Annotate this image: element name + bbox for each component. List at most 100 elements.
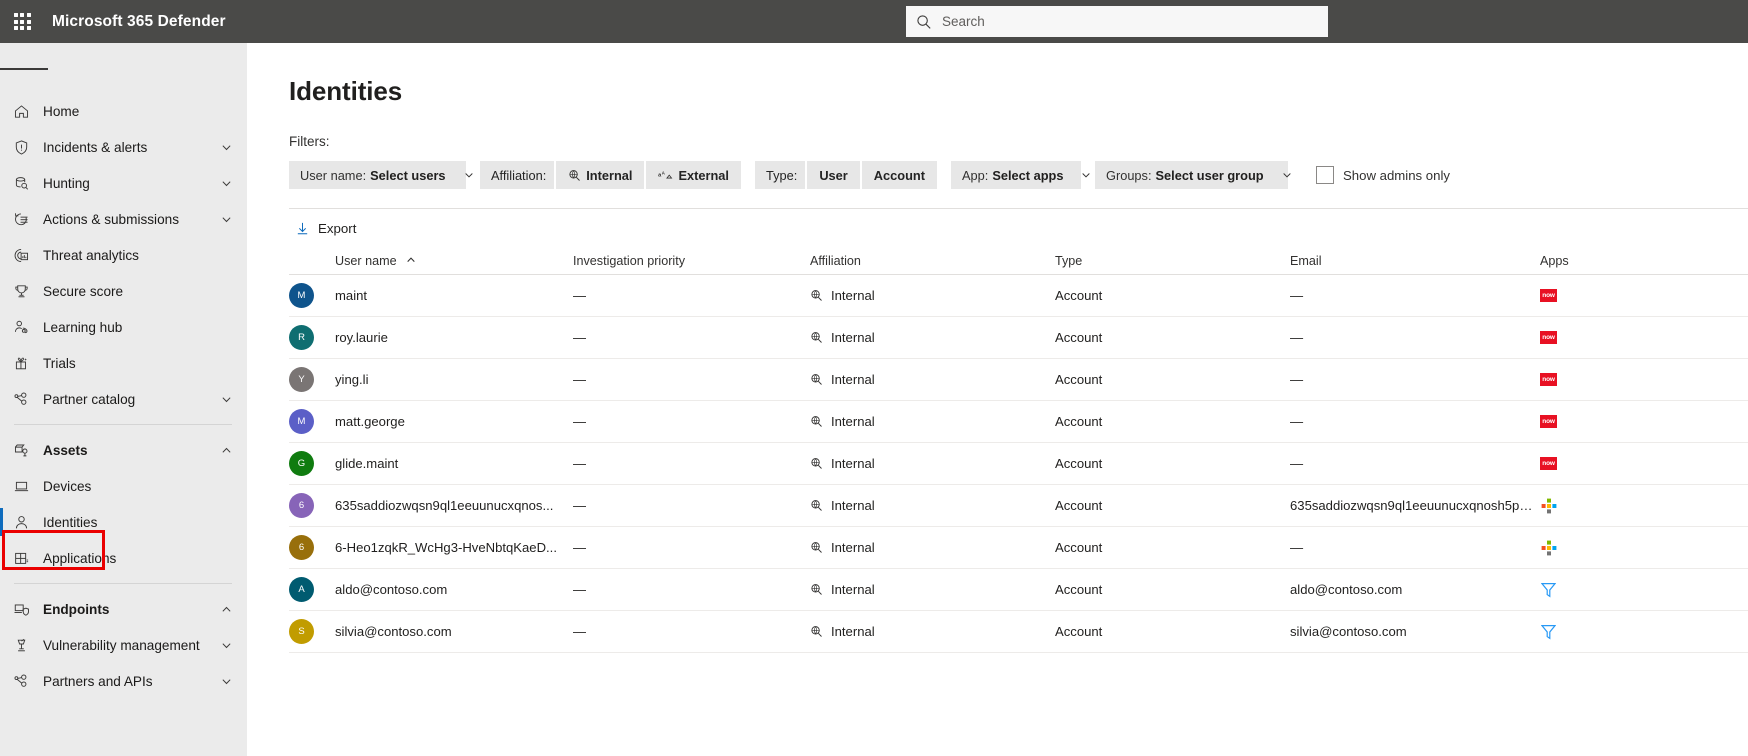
cell-user-name[interactable]: maint <box>335 288 573 303</box>
cell-user-name[interactable]: glide.maint <box>335 456 573 471</box>
filter-username[interactable]: User name: Select users <box>289 161 473 189</box>
table-row[interactable]: 6 6-Heo1zqkR_WcHg3-HveNbtqKaeD... — Interna… <box>289 527 1748 569</box>
table-row[interactable]: Aaldo@contoso.com — Internal Account aldo@co… <box>289 569 1748 611</box>
chevron-down-icon[interactable] <box>221 676 232 687</box>
funnel-app-icon[interactable] <box>1540 623 1557 640</box>
cell-user-name[interactable]: silvia@contoso.com <box>335 624 573 639</box>
chevron-down-icon[interactable] <box>221 178 232 189</box>
table-row[interactable]: Mmaint — Internal Account — now <box>289 275 1748 317</box>
cell-investigation-priority: — <box>573 330 586 345</box>
cell-user-name[interactable]: matt.george <box>335 414 573 429</box>
cell-user-name[interactable]: ying.li <box>335 372 573 387</box>
servicenow-app-icon[interactable]: now <box>1540 413 1557 430</box>
th-type[interactable]: Type <box>1055 254 1290 268</box>
filters-label: Filters: <box>289 134 330 149</box>
filter-type-user[interactable]: User <box>807 161 860 189</box>
sidebar-group-assets[interactable]: Assets <box>0 432 246 468</box>
cell-affiliation: Internal <box>810 582 1055 597</box>
chevron-down-icon[interactable] <box>221 214 232 225</box>
table-row[interactable]: Yying.li — Internal Account — now <box>289 359 1748 401</box>
sidebar-item-devices[interactable]: Devices <box>0 468 246 504</box>
cell-apps: now <box>1540 371 1600 388</box>
servicenow-app-icon[interactable]: now <box>1540 371 1557 388</box>
sidebar-label: Partners and APIs <box>43 673 153 689</box>
cell-apps <box>1540 497 1600 514</box>
chevron-up-icon[interactable] <box>221 445 232 456</box>
th-investigation-priority[interactable]: Investigation priority <box>573 254 810 268</box>
chevron-up-icon[interactable] <box>221 604 232 615</box>
sidebar-item-threat-analytics[interactable]: Threat analytics <box>0 237 246 273</box>
chevron-down-icon[interactable] <box>221 394 232 405</box>
th-apps[interactable]: Apps <box>1540 254 1600 268</box>
avatar-cell: 6 <box>289 535 335 560</box>
sidebar-item-home[interactable]: Home <box>0 93 246 129</box>
sidebar-item-trials[interactable]: Trials <box>0 345 246 381</box>
table-body: Mmaint — Internal Account — now Rroy.laurie — In… <box>289 275 1748 653</box>
sidebar-item-actions-submissions[interactable]: Actions & submissions <box>0 201 246 237</box>
servicenow-app-icon[interactable]: now <box>1540 455 1557 472</box>
sidebar-item-secure-score[interactable]: Secure score <box>0 273 246 309</box>
filter-app-key: App: <box>961 167 989 183</box>
chevron-down-icon[interactable] <box>1282 170 1292 180</box>
sidebar-item-incidents-alerts[interactable]: Incidents & alerts <box>0 129 246 165</box>
show-admins-only-toggle[interactable]: Show admins only <box>1315 166 1450 184</box>
th-user-name[interactable]: User name <box>335 254 573 268</box>
chevron-down-icon[interactable] <box>1081 170 1091 180</box>
chevron-down-icon[interactable] <box>221 142 232 153</box>
chevron-down-icon[interactable] <box>464 170 474 180</box>
affiliation-label: Internal <box>831 330 875 345</box>
show-admins-only-checkbox[interactable] <box>1315 166 1334 184</box>
cell-email: — <box>1290 456 1304 471</box>
nav-divider <box>14 424 232 425</box>
sidebar-item-partner-catalog[interactable]: Partner catalog <box>0 381 246 417</box>
filter-affiliation-external[interactable]: aA External <box>646 161 741 189</box>
avatar: M <box>289 409 314 434</box>
sidebar-label: Secure score <box>43 283 124 299</box>
avatar: Y <box>289 367 314 392</box>
internal-affiliation-icon <box>810 289 823 302</box>
cell-user-name[interactable]: 635saddiozwqsn9ql1eeuunucxqnos... <box>335 498 573 513</box>
th-affiliation[interactable]: Affiliation <box>810 254 1055 268</box>
table-row[interactable]: 6 635saddiozwqsn9ql1eeuunucxqnos... — Inter… <box>289 485 1748 527</box>
cell-user-name[interactable]: 6-Heo1zqkR_WcHg3-HveNbtqKaeD... <box>335 540 573 555</box>
filter-groups[interactable]: Groups: Select user group <box>1094 161 1291 189</box>
cell-apps: now <box>1540 287 1600 304</box>
cell-affiliation: Internal <box>810 414 1055 429</box>
table-row[interactable]: Mmatt.george — Internal Account — now <box>289 401 1748 443</box>
table-row[interactable]: Gglide.maint — Internal Account — now <box>289 443 1748 485</box>
cluster-app-icon[interactable] <box>1540 497 1557 514</box>
table-row[interactable]: Ssilvia@contoso.com — Internal Account silvi… <box>289 611 1748 653</box>
export-button[interactable]: Export <box>289 217 362 240</box>
funnel-app-icon[interactable] <box>1540 581 1557 598</box>
hamburger-menu-icon[interactable] <box>0 49 48 89</box>
cell-user-name[interactable]: aldo@contoso.com <box>335 582 573 597</box>
chevron-down-icon[interactable] <box>221 640 232 651</box>
cell-investigation-priority: — <box>573 540 586 555</box>
sidebar-item-identities[interactable]: Identities <box>0 504 246 540</box>
sidebar-item-applications[interactable]: Applications <box>0 540 246 576</box>
servicenow-app-icon[interactable]: now <box>1540 329 1557 346</box>
sidebar-item-partners-and-apis[interactable]: Partners and APIs <box>0 663 246 699</box>
sidebar-item-learning-hub[interactable]: Learning hub <box>0 309 246 345</box>
cell-affiliation: Internal <box>810 498 1055 513</box>
servicenow-app-icon[interactable]: now <box>1540 287 1557 304</box>
filter-app[interactable]: App: Select apps <box>950 161 1091 189</box>
internal-affiliation-icon <box>810 331 823 344</box>
table-row[interactable]: Rroy.laurie — Internal Account — now <box>289 317 1748 359</box>
sidebar-item-vulnerability-management[interactable]: Vulnerability management <box>0 627 246 663</box>
waffle-button[interactable] <box>0 0 44 43</box>
sidebar-group-endpoints[interactable]: Endpoints <box>0 591 246 627</box>
cluster-app-icon[interactable] <box>1540 539 1557 556</box>
th-email[interactable]: Email <box>1290 254 1540 268</box>
filter-username-value: Select users <box>370 167 446 183</box>
internal-affiliation-icon <box>568 169 581 182</box>
filter-type-account[interactable]: Account <box>861 161 937 189</box>
affiliation-label: Internal <box>831 624 875 639</box>
global-search[interactable] <box>906 6 1328 37</box>
cell-affiliation: Internal <box>810 372 1055 387</box>
cell-user-name[interactable]: roy.laurie <box>335 330 573 345</box>
filter-app-value: Select apps <box>992 167 1064 183</box>
sidebar-item-hunting[interactable]: Hunting <box>0 165 246 201</box>
filter-affiliation-internal[interactable]: Internal <box>556 161 645 189</box>
search-input[interactable] <box>942 14 1318 29</box>
